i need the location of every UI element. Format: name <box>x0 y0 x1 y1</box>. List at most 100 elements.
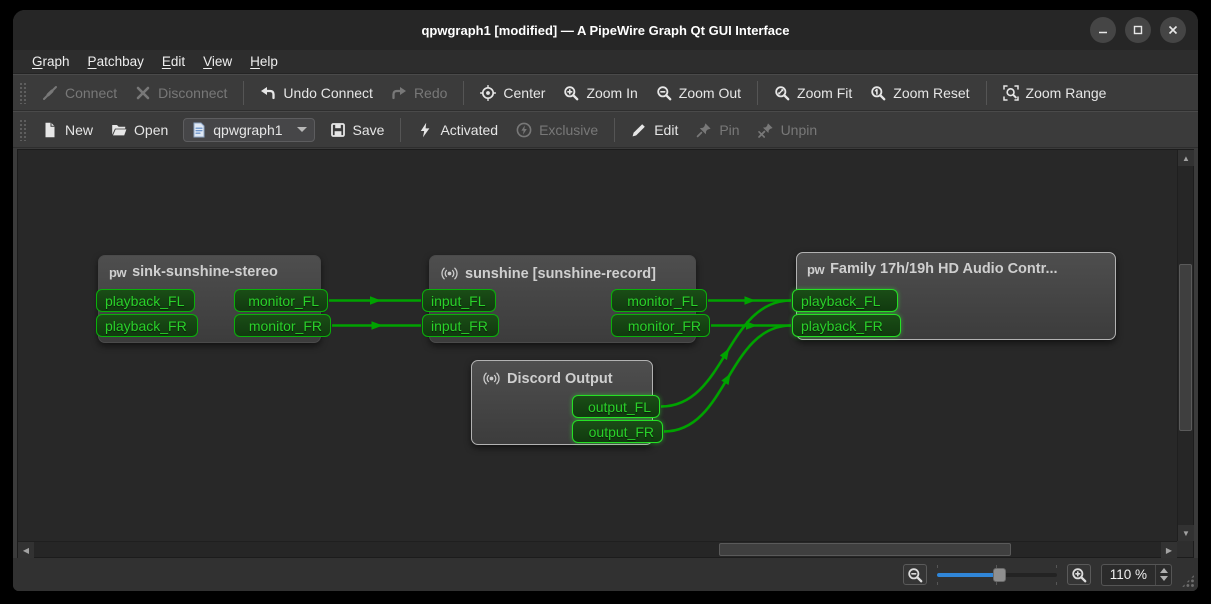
statusbar-zoom-in-button[interactable] <box>1067 564 1091 585</box>
redo-button[interactable]: Redo <box>382 81 456 105</box>
activated-button[interactable]: Activated <box>408 118 507 142</box>
open-button[interactable]: Open <box>102 118 177 142</box>
horizontal-scrollbar[interactable]: ◀ ▶ <box>18 541 1177 557</box>
maximize-icon <box>1132 24 1144 36</box>
status-bar: 110 % <box>13 558 1198 591</box>
edit-button[interactable]: Edit <box>622 118 687 142</box>
toolbar-drag-handle[interactable] <box>19 82 27 104</box>
menu-item-edit[interactable]: Edit <box>153 52 194 71</box>
new-button[interactable]: New <box>33 118 102 142</box>
horizontal-scroll-thumb[interactable] <box>719 543 1011 556</box>
pin-icon <box>696 122 712 138</box>
save-icon <box>330 122 346 138</box>
zoom-slider-handle[interactable] <box>993 568 1006 582</box>
zoom-slider[interactable] <box>937 565 1057 585</box>
center-icon <box>480 85 496 101</box>
center-button[interactable]: Center <box>471 81 554 105</box>
zoom-fit-button[interactable]: Zoom Fit <box>765 81 861 105</box>
port-playback_FR[interactable]: playback_FR <box>96 314 198 337</box>
zoom-out-button[interactable]: Zoom Out <box>647 81 750 105</box>
close-icon <box>1167 24 1179 36</box>
port-playback_FL[interactable]: playback_FL <box>792 289 898 312</box>
node-title: pw sink-sunshine-stereo <box>99 256 320 288</box>
scroll-left-button[interactable]: ◀ <box>18 542 34 558</box>
node-title-text: sunshine [sunshine-record] <box>465 266 656 282</box>
spin-down-button[interactable] <box>1160 576 1168 581</box>
redo-icon <box>391 85 407 101</box>
patchbay-selector-combo[interactable]: qpwgraph1 <box>183 118 314 142</box>
toolbar-separator <box>463 81 464 105</box>
exclusive-label: Exclusive <box>539 122 598 138</box>
new-label: New <box>65 122 93 138</box>
pipewire-icon: pw <box>807 262 824 277</box>
pipewire-icon: pw <box>109 265 126 280</box>
vertical-scrollbar[interactable]: ▲ ▼ <box>1177 150 1193 541</box>
pin-button[interactable]: Pin <box>687 118 748 142</box>
audio-node-icon <box>440 264 459 283</box>
new-file-icon <box>42 122 58 138</box>
spinbox-arrows <box>1155 565 1171 585</box>
port-input_FL[interactable]: input_FL <box>422 289 496 312</box>
disconnect-icon <box>135 85 151 101</box>
zoom-percent-value: 110 % <box>1102 567 1155 582</box>
scroll-up-button[interactable]: ▲ <box>1178 150 1194 166</box>
zoom-in-button[interactable]: Zoom In <box>554 81 646 105</box>
zoom-out-icon <box>907 567 923 583</box>
resize-grip-icon[interactable] <box>1181 574 1195 588</box>
save-button[interactable]: Save <box>321 118 394 142</box>
node-title-text: sink-sunshine-stereo <box>132 264 278 280</box>
close-button[interactable] <box>1160 17 1186 43</box>
maximize-button[interactable] <box>1125 17 1151 43</box>
minimize-icon <box>1097 24 1109 36</box>
zoom-in-label: Zoom In <box>586 85 637 101</box>
zoom-fit-label: Zoom Fit <box>797 85 852 101</box>
connection-arrow-icon <box>370 296 381 304</box>
port-playback_FR[interactable]: playback_FR <box>792 314 901 337</box>
port-playback_FL[interactable]: playback_FL <box>96 289 195 312</box>
vertical-scroll-thumb[interactable] <box>1179 264 1192 431</box>
slider-tick <box>996 565 997 568</box>
zoom-reset-button[interactable]: Zoom Reset <box>861 81 978 105</box>
graph-client-area: pwsink-sunshine-stereoplayback_FLplaybac… <box>17 149 1194 558</box>
activated-bolt-icon <box>417 122 433 138</box>
port-monitor_FR[interactable]: monitor_FR <box>234 314 331 337</box>
scroll-right-button[interactable]: ▶ <box>1161 542 1177 558</box>
port-output_FR[interactable]: output_FR <box>572 420 663 443</box>
zoom-reset-icon <box>870 85 886 101</box>
menu-item-patchbay[interactable]: Patchbay <box>79 52 153 71</box>
exclusive-button[interactable]: Exclusive <box>507 118 607 142</box>
zoom-range-button[interactable]: Zoom Range <box>994 81 1116 105</box>
minimize-button[interactable] <box>1090 17 1116 43</box>
port-monitor_FR[interactable]: monitor_FR <box>611 314 710 337</box>
patchbay-file-icon <box>191 122 207 138</box>
scroll-down-button[interactable]: ▼ <box>1178 525 1194 541</box>
connect-label: Connect <box>65 85 117 101</box>
open-label: Open <box>134 122 168 138</box>
chevron-down-icon <box>297 127 307 132</box>
undo-connect-button[interactable]: Undo Connect <box>251 81 382 105</box>
node-title-text: Family 17h/19h HD Audio Contr... <box>830 261 1057 277</box>
port-output_FL[interactable]: output_FL <box>572 395 660 418</box>
disconnect-button[interactable]: Disconnect <box>126 81 236 105</box>
toolbar-drag-handle[interactable] <box>19 119 27 141</box>
zoom-slider-fill <box>937 573 999 577</box>
window-title: qpwgraph1 [modified] — A PipeWire Graph … <box>421 23 789 38</box>
title-bar[interactable]: qpwgraph1 [modified] — A PipeWire Graph … <box>13 10 1198 50</box>
audio-node-icon <box>482 369 501 388</box>
zoom-percent-spinbox[interactable]: 110 % <box>1101 564 1172 586</box>
unpin-button[interactable]: Unpin <box>749 118 827 142</box>
connect-button[interactable]: Connect <box>33 81 126 105</box>
menu-item-help[interactable]: Help <box>241 52 287 71</box>
slider-tick <box>937 582 938 585</box>
port-monitor_FL[interactable]: monitor_FL <box>611 289 707 312</box>
graph-canvas[interactable]: pwsink-sunshine-stereoplayback_FLplaybac… <box>18 150 1177 541</box>
statusbar-zoom-out-button[interactable] <box>903 564 927 585</box>
connection-arrow-icon <box>372 321 383 329</box>
port-monitor_FL[interactable]: monitor_FL <box>234 289 328 312</box>
menu-item-graph[interactable]: Graph <box>23 52 79 71</box>
unpin-label: Unpin <box>781 122 818 138</box>
spin-up-button[interactable] <box>1160 568 1168 573</box>
zoom-range-label: Zoom Range <box>1026 85 1107 101</box>
menu-item-view[interactable]: View <box>194 52 241 71</box>
port-input_FR[interactable]: input_FR <box>422 314 499 337</box>
